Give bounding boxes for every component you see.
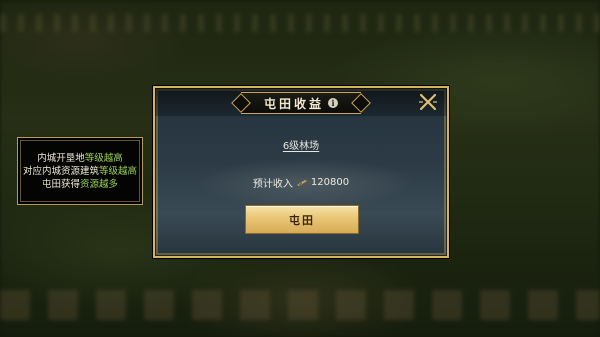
farm-confirm-button[interactable]: 屯田: [245, 205, 359, 234]
farm-confirm-label: 屯田: [289, 213, 315, 227]
tip-text: 对应内城资源建筑: [22, 165, 99, 177]
tip-highlight: 资源越多: [80, 178, 119, 190]
income-value: 120800: [310, 177, 350, 188]
income-label: 预计收入: [252, 179, 293, 190]
tip-highlight: 等级越高: [84, 152, 123, 164]
tip-line-2: 对应内城资源建筑等级越高: [23, 165, 137, 178]
resource-icon: [296, 179, 307, 186]
tip-panel: 内城开垦地等级越高 对应内城资源建筑等级越高 屯田获得资源越多: [17, 137, 143, 205]
tip-text: 屯田获得: [41, 178, 80, 190]
tip-highlight: 等级越高: [99, 165, 138, 177]
building-level-link[interactable]: 6级林场: [283, 141, 319, 152]
close-icon: [419, 93, 437, 111]
info-icon[interactable]: i: [328, 98, 338, 108]
dialog-title: 屯田收益: [263, 96, 324, 111]
building-level: 6级林场: [155, 137, 447, 152]
close-button[interactable]: [419, 93, 437, 111]
estimated-income: 预计收入 120800: [155, 175, 447, 190]
tip-text: 内城开垦地: [37, 152, 85, 164]
tip-line-1: 内城开垦地等级越高: [37, 152, 123, 165]
dialog-title-plate: 屯田收益 i: [241, 92, 361, 114]
tip-line-3: 屯田获得资源越多: [42, 178, 118, 191]
farming-income-dialog: 屯田收益 i 6级林场 预计收入 120800 屯田: [153, 86, 449, 258]
